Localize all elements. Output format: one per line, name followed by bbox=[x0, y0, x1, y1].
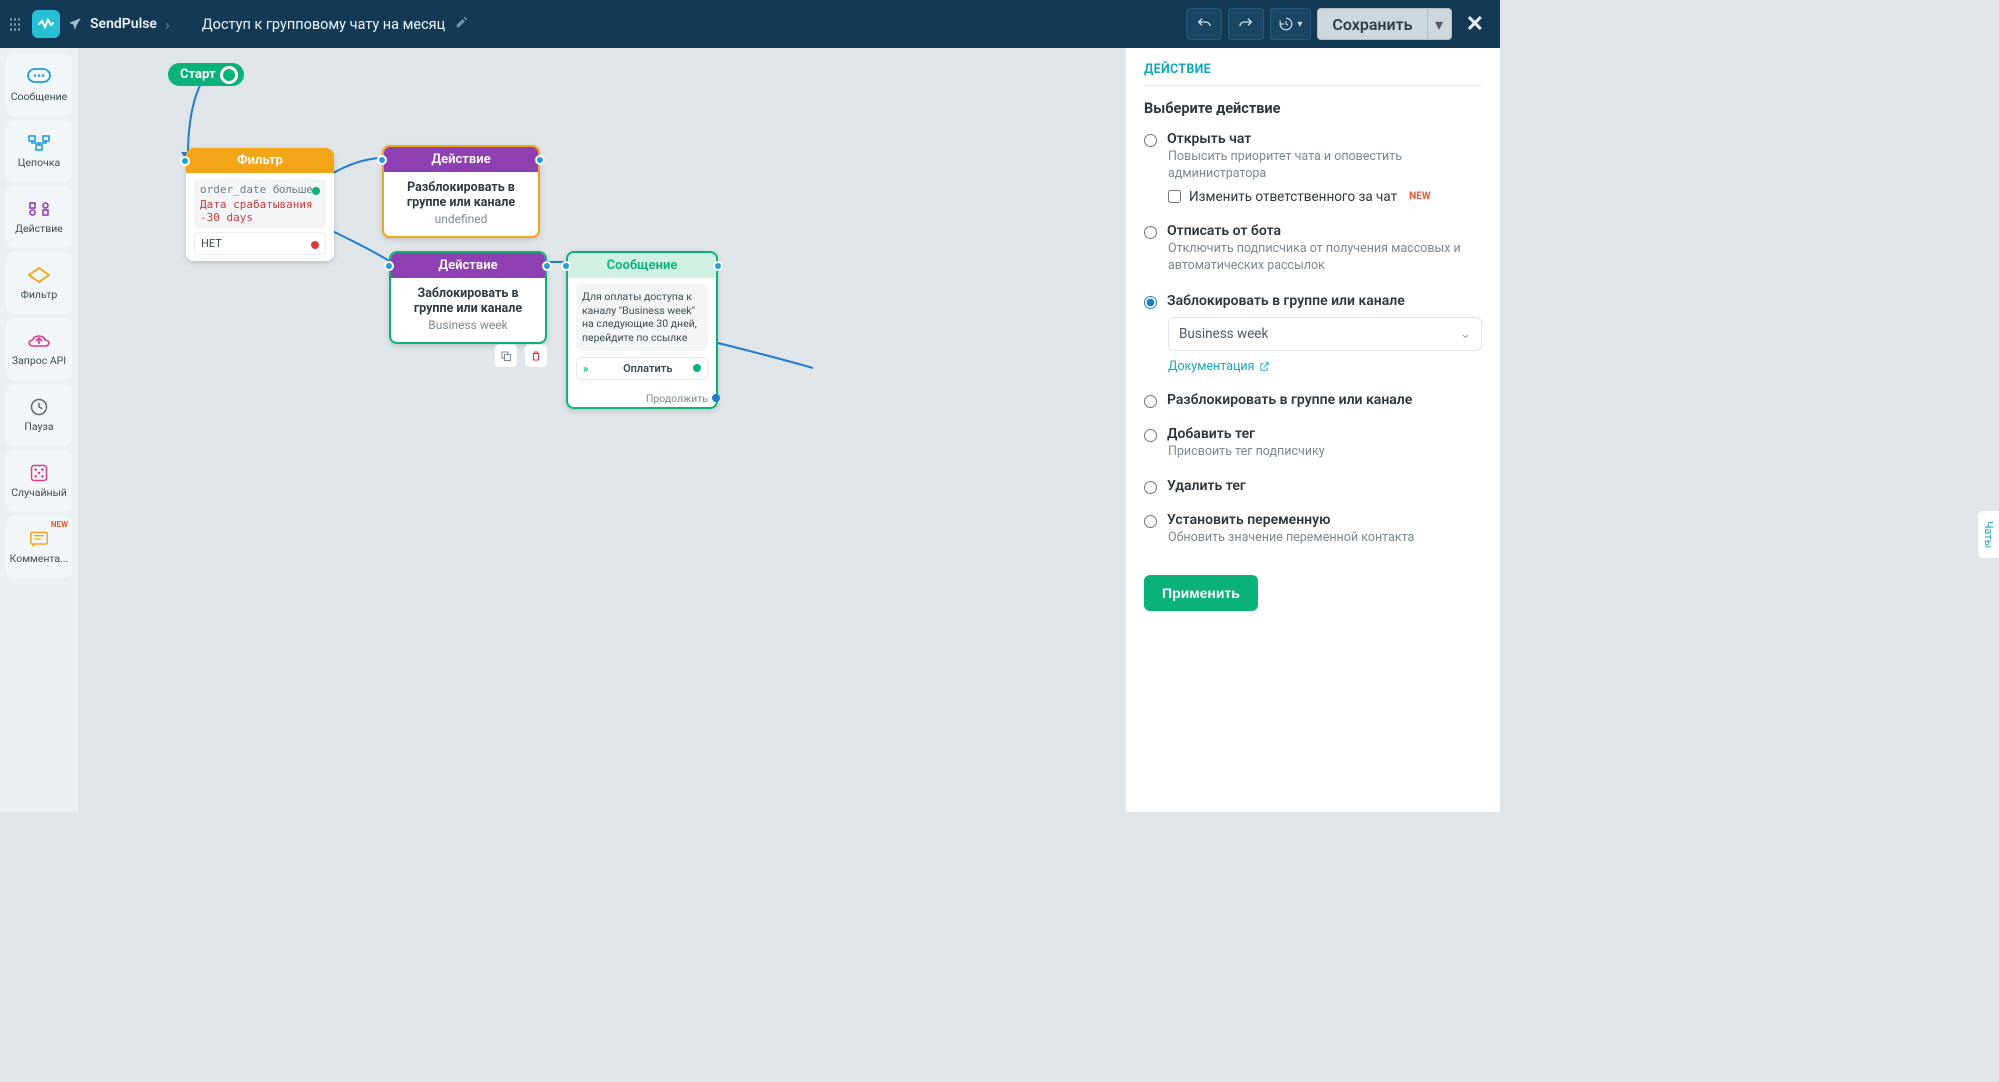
tool-sidebar: Сообщение Цепочка Действие Фильтр Запрос… bbox=[0, 48, 78, 812]
filter-icon bbox=[27, 265, 51, 285]
menu-dots-icon[interactable] bbox=[8, 12, 22, 37]
documentation-link[interactable]: Документация bbox=[1168, 359, 1270, 374]
radio-set-var[interactable] bbox=[1144, 515, 1157, 528]
close-button[interactable]: ✕ bbox=[1458, 12, 1492, 37]
sidebar-item-pause[interactable]: Пауза bbox=[6, 384, 72, 446]
option-desc: Повысить приоритет чата и оповестить адм… bbox=[1168, 149, 1482, 183]
node-toolbar bbox=[494, 344, 548, 368]
node-port-out[interactable] bbox=[535, 155, 545, 165]
undo-button[interactable] bbox=[1186, 8, 1222, 40]
telegram-icon bbox=[68, 17, 82, 31]
node-port-in[interactable] bbox=[561, 261, 571, 271]
apply-button[interactable]: Применить bbox=[1144, 575, 1258, 611]
properties-panel: ДЕЙСТВИЕ Выберите действие Открыть чат П… bbox=[1125, 48, 1500, 812]
message-icon bbox=[27, 67, 51, 87]
option-desc: Обновить значение переменной контакта bbox=[1168, 530, 1482, 547]
logo-icon bbox=[32, 10, 60, 38]
app-header: SendPulse › Доступ к групповому чату на … bbox=[0, 0, 1500, 48]
duplicate-button[interactable] bbox=[494, 344, 518, 368]
continue-row[interactable]: Продолжить bbox=[568, 388, 716, 407]
message-node[interactable]: Сообщение Для оплаты доступа к каналу "B… bbox=[566, 251, 718, 409]
start-node[interactable]: Старт bbox=[168, 63, 244, 86]
radio-block[interactable] bbox=[1144, 296, 1157, 309]
flow-canvas[interactable]: Старт Фильтр order_date больше Дата сраб… bbox=[78, 48, 1125, 812]
comment-icon bbox=[27, 529, 51, 549]
action-subtitle: Business week bbox=[399, 318, 537, 332]
radio-add-tag[interactable] bbox=[1144, 429, 1157, 442]
chevron-right-icon: » bbox=[583, 362, 589, 375]
option-desc: Отключить подписчика от получения массов… bbox=[1168, 241, 1482, 275]
filter-condition-no[interactable]: НЕТ bbox=[194, 232, 326, 255]
node-port-out[interactable] bbox=[713, 261, 723, 271]
option-unsubscribe[interactable]: Отписать от бота Отключить подписчика от… bbox=[1144, 223, 1482, 275]
new-badge: NEW bbox=[51, 520, 68, 529]
brand[interactable]: SendPulse bbox=[32, 10, 157, 38]
port-dot-icon bbox=[312, 187, 320, 195]
sidebar-item-flow[interactable]: Цепочка bbox=[6, 120, 72, 182]
action-subtitle: undefined bbox=[392, 212, 530, 226]
brand-name: SendPulse bbox=[90, 16, 157, 32]
node-port-out[interactable] bbox=[542, 261, 552, 271]
delete-button[interactable] bbox=[524, 344, 548, 368]
node-port-in[interactable] bbox=[180, 156, 190, 166]
action-title: Разблокировать в группе или канале bbox=[392, 180, 530, 210]
chevron-down-icon: ⌄ bbox=[1460, 326, 1471, 342]
save-caret-button[interactable]: ▾ bbox=[1428, 8, 1452, 40]
option-set-variable[interactable]: Установить переменную Обновить значение … bbox=[1144, 512, 1482, 547]
radio-delete-tag[interactable] bbox=[1144, 481, 1157, 494]
action-node-block[interactable]: Действие Заблокировать в группе или кана… bbox=[389, 251, 547, 344]
node-port-in[interactable] bbox=[384, 261, 394, 271]
dice-icon bbox=[27, 463, 51, 483]
option-delete-tag[interactable]: Удалить тег bbox=[1144, 478, 1482, 494]
flow-icon bbox=[27, 133, 51, 153]
sidebar-item-api[interactable]: Запрос API bbox=[6, 318, 72, 380]
edit-title-icon[interactable] bbox=[455, 15, 469, 33]
action-node-unblock[interactable]: Действие Разблокировать в группе или кан… bbox=[382, 145, 540, 238]
radio-open-chat[interactable] bbox=[1144, 134, 1157, 147]
port-dot-icon bbox=[311, 241, 319, 249]
redo-button[interactable] bbox=[1228, 8, 1264, 40]
radio-unsubscribe[interactable] bbox=[1144, 226, 1157, 239]
breadcrumb-chevron-icon: › bbox=[165, 15, 170, 34]
action-icon bbox=[27, 199, 51, 219]
message-node-header: Сообщение bbox=[568, 253, 716, 278]
message-text: Для оплаты доступа к каналу "Business we… bbox=[576, 284, 708, 351]
panel-subtitle: Выберите действие bbox=[1144, 100, 1482, 117]
filter-node[interactable]: Фильтр order_date больше Дата срабатыван… bbox=[186, 148, 334, 261]
action-node-header: Действие bbox=[391, 253, 545, 278]
sidebar-item-random[interactable]: Случайный bbox=[6, 450, 72, 512]
history-button[interactable]: ▾ bbox=[1270, 8, 1311, 40]
action-title: Заблокировать в группе или канале bbox=[399, 286, 537, 316]
chats-side-tab[interactable]: Чаты bbox=[1977, 510, 1999, 559]
panel-title: ДЕЙСТВИЕ bbox=[1144, 62, 1482, 86]
checkbox-change-responsible[interactable] bbox=[1168, 190, 1181, 203]
sidebar-item-comment[interactable]: NEW Коммента... bbox=[6, 516, 72, 578]
port-dot-icon bbox=[712, 394, 720, 402]
external-link-icon bbox=[1259, 361, 1270, 372]
option-desc: Присвоить тег подписчику bbox=[1168, 444, 1482, 461]
pause-icon bbox=[27, 397, 51, 417]
sidebar-item-filter[interactable]: Фильтр bbox=[6, 252, 72, 314]
flow-title: Доступ к групповому чату на месяц bbox=[202, 16, 445, 33]
pay-button-row[interactable]: » Оплатить bbox=[576, 357, 708, 380]
port-dot-icon bbox=[693, 364, 701, 372]
option-add-tag[interactable]: Добавить тег Присвоить тег подписчику bbox=[1144, 426, 1482, 461]
api-icon bbox=[27, 331, 51, 351]
filter-condition-yes[interactable]: order_date больше Дата срабатывания -30 … bbox=[194, 179, 326, 228]
option-unblock-group[interactable]: Разблокировать в группе или канале bbox=[1144, 392, 1482, 408]
sidebar-item-action[interactable]: Действие bbox=[6, 186, 72, 248]
action-node-header: Действие bbox=[384, 147, 538, 172]
filter-node-header: Фильтр bbox=[186, 148, 334, 173]
node-port-in[interactable] bbox=[377, 155, 387, 165]
radio-unblock[interactable] bbox=[1144, 395, 1157, 408]
sidebar-item-message[interactable]: Сообщение bbox=[6, 54, 72, 116]
group-select[interactable]: Business week ⌄ bbox=[1168, 317, 1482, 351]
new-badge: NEW bbox=[1409, 191, 1430, 202]
save-button[interactable]: Сохранить bbox=[1317, 8, 1427, 40]
option-block-group[interactable]: Заблокировать в группе или канале Busine… bbox=[1144, 293, 1482, 374]
option-open-chat[interactable]: Открыть чат Повысить приоритет чата и оп… bbox=[1144, 131, 1482, 205]
